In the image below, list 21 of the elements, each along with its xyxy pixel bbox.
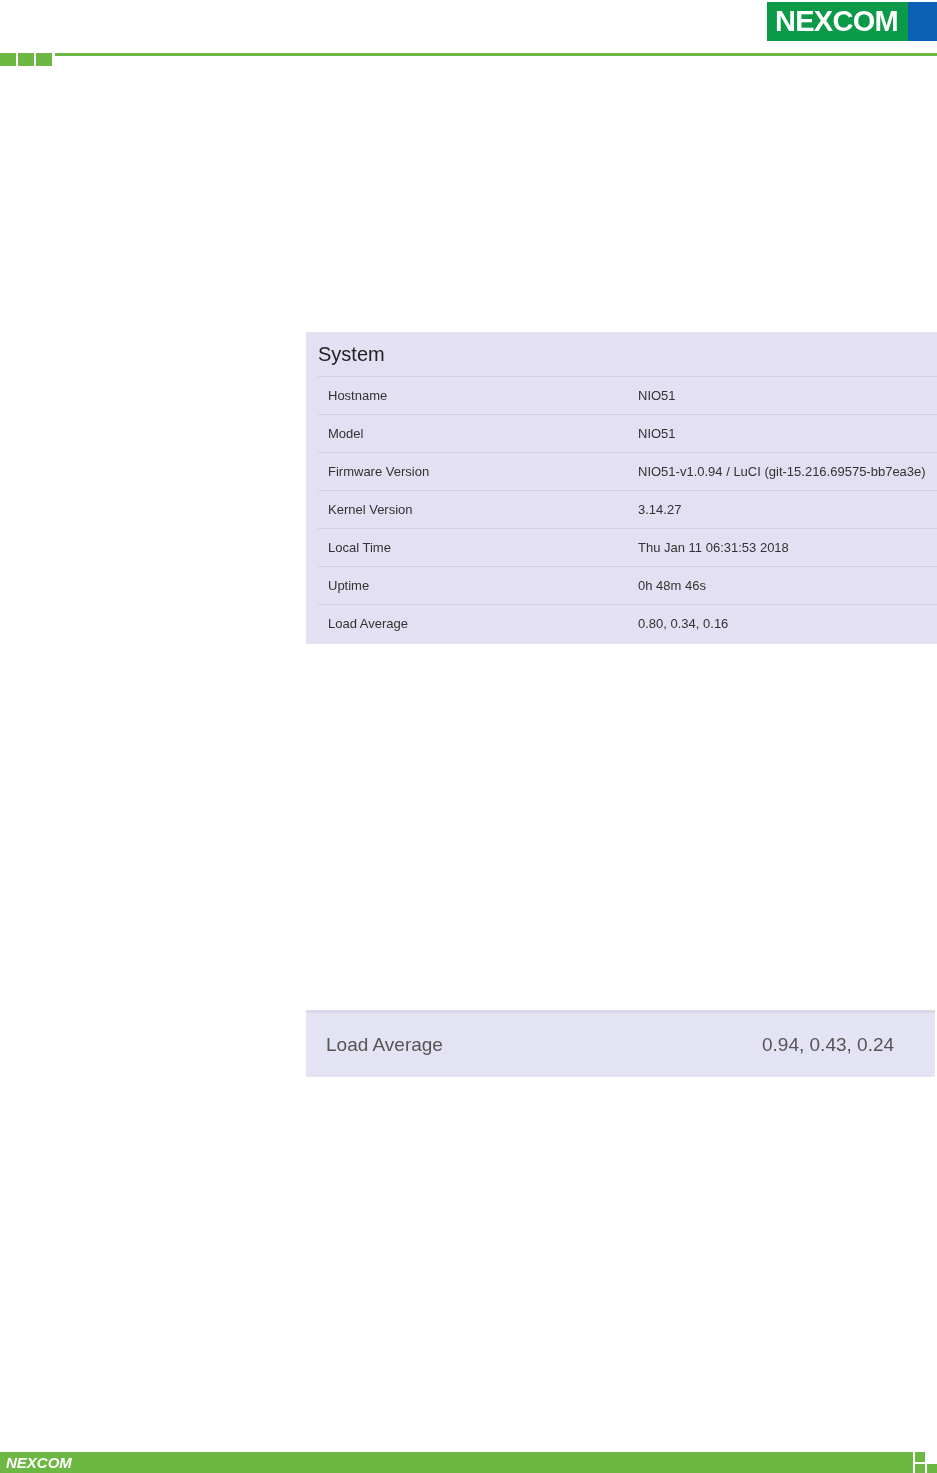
- row-label: Load Average: [328, 614, 409, 633]
- row-label: Uptime: [328, 576, 371, 595]
- corner-squares-drawing: [0, 53, 52, 66]
- row-value: Thu Jan 11 06:31:53 2018: [638, 538, 789, 557]
- row-label: Kernel Version: [328, 500, 414, 519]
- row-value: 3.14.27: [638, 500, 682, 519]
- logo: NEXCOM: [767, 2, 937, 41]
- row-value: 0.80, 0.34, 0.16: [638, 614, 729, 633]
- footer-logo: NEXCOM: [6, 1455, 72, 1470]
- row-label: Model: [328, 424, 365, 443]
- row-value: 0h 48m 46s: [638, 576, 706, 595]
- panel-title: System: [318, 342, 386, 367]
- row-value: NIO51: [638, 386, 676, 405]
- load-average-label: Load Average: [326, 1032, 444, 1057]
- corner-squares-drawing: [915, 1452, 937, 1473]
- row-value: NIO51: [638, 424, 676, 443]
- row-value: NIO51-v1.0.94 / LuCI (git-15.216.69575-bb7ea3e): [638, 462, 926, 481]
- row-label: Firmware Version: [328, 462, 431, 481]
- load-average-value: 0.94, 0.43, 0.24: [762, 1032, 895, 1057]
- row-label: Hostname: [328, 386, 389, 405]
- row-label: Local Time: [328, 538, 392, 557]
